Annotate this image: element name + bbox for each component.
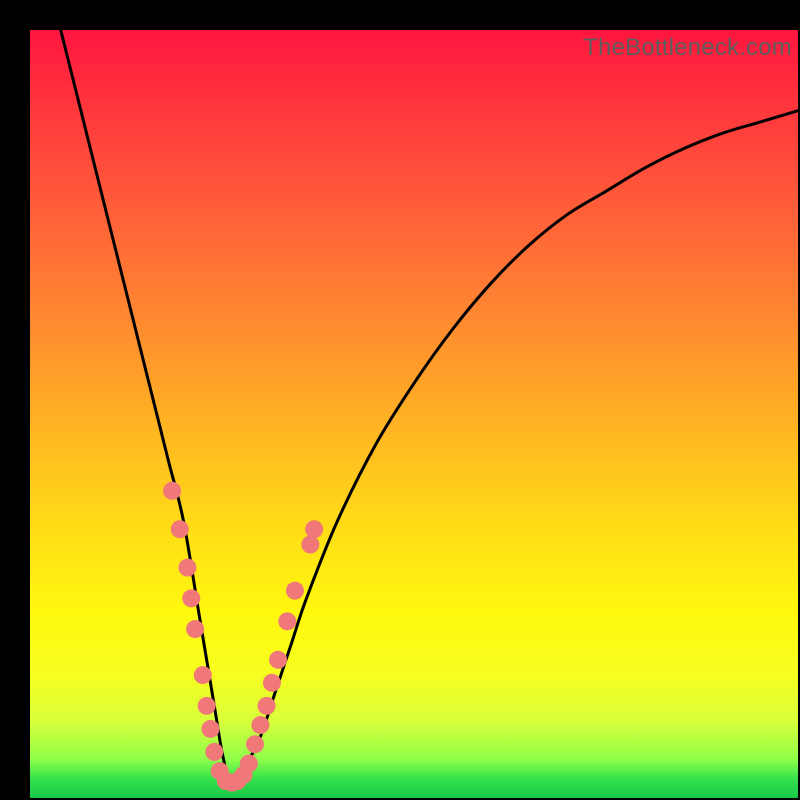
plot-area: TheBottleneck.com	[30, 30, 798, 798]
curve-marker	[178, 559, 196, 577]
curve-marker	[286, 582, 304, 600]
chart-frame: TheBottleneck.com	[0, 0, 800, 800]
curve-marker	[258, 697, 276, 715]
curve-marker	[205, 743, 223, 761]
curve-marker	[305, 520, 323, 538]
curve-marker	[163, 482, 181, 500]
curve-marker	[171, 520, 189, 538]
curve-marker	[251, 716, 269, 734]
curve-marker	[194, 666, 212, 684]
curve-marker	[278, 612, 296, 630]
curve-marker	[246, 735, 264, 753]
curve-marker	[301, 536, 319, 554]
curve-marker	[182, 589, 200, 607]
curve-marker	[269, 651, 287, 669]
curve-svg	[30, 30, 798, 798]
curve-marker	[263, 674, 281, 692]
curve-marker	[201, 720, 219, 738]
curve-marker	[186, 620, 204, 638]
curve-marker	[198, 697, 216, 715]
marker-cluster	[163, 482, 323, 792]
bottleneck-curve-path	[61, 30, 798, 786]
bottleneck-curve	[61, 30, 798, 786]
curve-marker	[240, 754, 258, 772]
